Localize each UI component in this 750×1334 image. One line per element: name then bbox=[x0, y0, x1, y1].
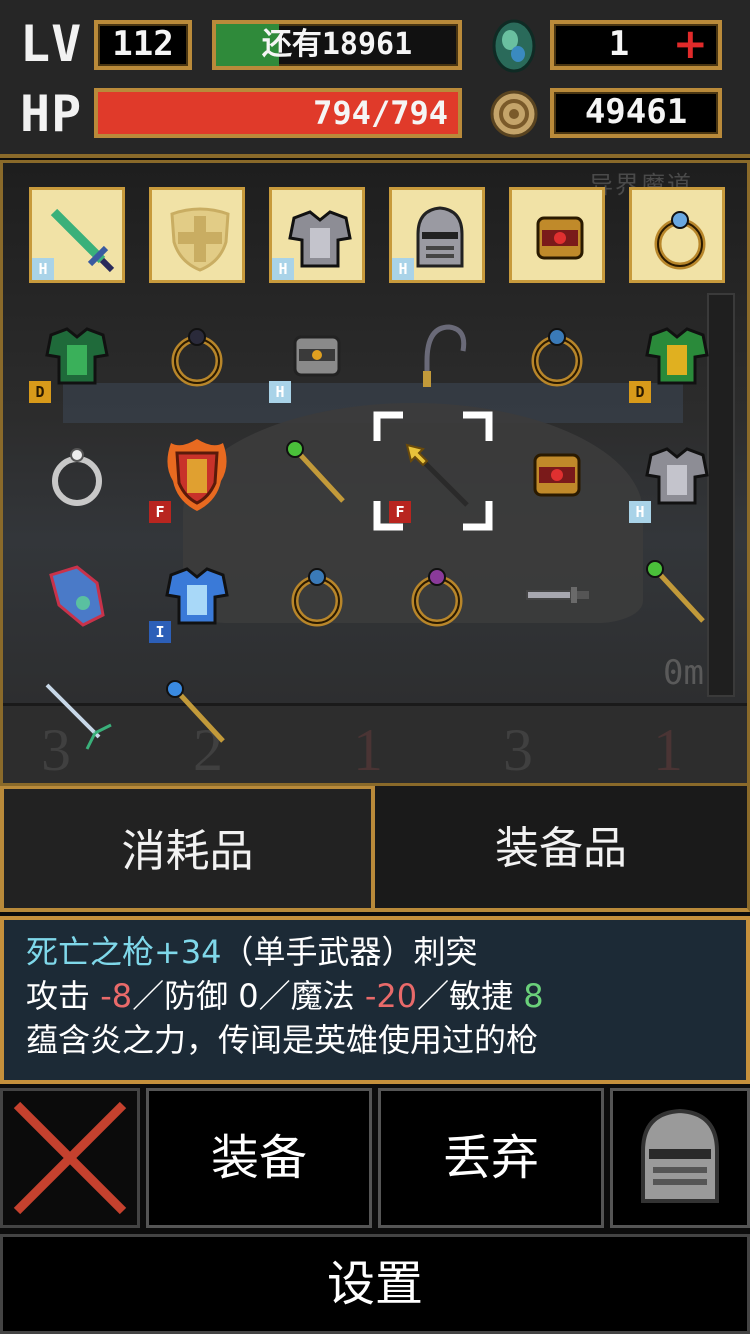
inventory-item[interactable] bbox=[389, 307, 485, 403]
inventory-item[interactable] bbox=[269, 547, 365, 643]
shelf-number: 1 bbox=[653, 717, 683, 783]
discard-button[interactable]: 丢弃 bbox=[378, 1088, 604, 1228]
hp-text: 794/794 bbox=[313, 94, 448, 132]
equipped-slot[interactable] bbox=[149, 187, 245, 283]
ruby-bracelet-icon bbox=[520, 198, 600, 278]
inventory-item[interactable]: H bbox=[269, 307, 365, 403]
equip-button[interactable]: 装备 bbox=[146, 1088, 372, 1228]
item-tier-badge: D bbox=[29, 381, 51, 403]
exp-bar: 还有18961 bbox=[212, 20, 462, 70]
magic-value: -20 bbox=[364, 977, 418, 1015]
item-tier-badge: H bbox=[392, 258, 414, 280]
dark-ring-icon bbox=[157, 315, 237, 395]
item-tier-badge: H bbox=[272, 258, 294, 280]
equipped-slot[interactable] bbox=[509, 187, 605, 283]
dagger-icon bbox=[517, 555, 597, 635]
item-type: （单手武器）刺突 bbox=[221, 933, 478, 971]
purple-gem-ring-icon bbox=[397, 555, 477, 635]
inventory-item[interactable]: F bbox=[149, 427, 245, 523]
blue-gem-ring-icon bbox=[517, 315, 597, 395]
attack-label: 攻击 bbox=[26, 977, 91, 1015]
inventory-item[interactable] bbox=[29, 427, 125, 523]
inventory-item[interactable] bbox=[29, 667, 125, 763]
inventory-item[interactable]: I bbox=[149, 547, 245, 643]
inventory-item[interactable] bbox=[629, 547, 725, 643]
gold-count: 49461 bbox=[550, 88, 722, 138]
equipped-slot[interactable]: H bbox=[269, 187, 365, 283]
agility-value: 8 bbox=[523, 977, 544, 1015]
item-flavor-text: 蕴含炎之力，传闻是英雄使用过的枪 bbox=[26, 1021, 539, 1059]
inventory-item[interactable]: F bbox=[373, 411, 493, 531]
depth-indicator: 0m bbox=[663, 653, 704, 693]
silver-ring-icon bbox=[37, 435, 117, 515]
inventory-panel: 3 2 1 3 1 异界魔道 0m HHHDHDFFHI bbox=[0, 160, 750, 786]
inventory-item[interactable] bbox=[509, 427, 605, 523]
inventory-item[interactable] bbox=[29, 547, 125, 643]
sapphire-ring-icon bbox=[640, 198, 720, 278]
inventory-item[interactable] bbox=[509, 307, 605, 403]
item-tier-badge: D bbox=[629, 381, 651, 403]
gold-staff-icon bbox=[157, 675, 237, 755]
inventory-item[interactable] bbox=[389, 547, 485, 643]
empty-shield-slot-icon bbox=[160, 198, 240, 278]
whip-icon bbox=[397, 315, 477, 395]
add-gem-button[interactable]: + bbox=[673, 22, 708, 66]
status-panel: LV 112 还有18961 1 + HP 794/794 49461 bbox=[0, 0, 750, 158]
item-tier-badge: F bbox=[149, 501, 171, 523]
attack-value: -8 bbox=[100, 977, 133, 1015]
hp-bar: 794/794 bbox=[94, 88, 462, 138]
gold-coin-icon bbox=[488, 88, 540, 140]
trident-icon bbox=[37, 675, 117, 755]
gauntlet-icon bbox=[37, 555, 117, 635]
item-description-panel: 死亡之枪+34（单手武器）刺突 攻击 -8／防御 0／魔法 -20／敏捷 8 蕴… bbox=[0, 916, 750, 1084]
gem-icon bbox=[490, 18, 538, 74]
blue-gem-ring-icon bbox=[277, 555, 357, 635]
equipped-slot[interactable]: H bbox=[29, 187, 125, 283]
hp-label: HP bbox=[20, 85, 83, 143]
close-icon bbox=[13, 1101, 127, 1215]
tab-equipment[interactable]: 装备品 bbox=[375, 786, 750, 912]
item-name: 死亡之枪+34 bbox=[26, 933, 222, 971]
equipped-slot[interactable] bbox=[629, 187, 725, 283]
helmet-icon bbox=[641, 1108, 719, 1203]
item-tier-badge: H bbox=[629, 501, 651, 523]
inventory-item[interactable]: D bbox=[629, 307, 725, 403]
inventory-item[interactable]: H bbox=[629, 427, 725, 523]
exp-remaining-text: 还有18961 bbox=[261, 27, 413, 62]
level-value: 112 bbox=[94, 20, 192, 70]
gem-count: 1 bbox=[608, 24, 630, 64]
settings-button[interactable]: 设置 bbox=[0, 1234, 750, 1334]
item-tier-badge: H bbox=[269, 381, 291, 403]
inventory-item[interactable]: D bbox=[29, 307, 125, 403]
inventory-item[interactable] bbox=[269, 427, 365, 523]
item-title-line: 死亡之枪+34（单手武器）刺突 bbox=[26, 930, 724, 974]
green-staff-icon bbox=[277, 435, 357, 515]
item-tier-badge: I bbox=[149, 621, 171, 643]
close-button[interactable] bbox=[0, 1088, 140, 1228]
equipped-slot[interactable]: H bbox=[389, 187, 485, 283]
item-stats-line: 攻击 -8／防御 0／魔法 -20／敏捷 8 bbox=[26, 974, 724, 1018]
inventory-item[interactable] bbox=[509, 547, 605, 643]
gem-counter: 1 + bbox=[550, 20, 722, 70]
shelf-number: 3 bbox=[503, 717, 533, 783]
tab-consumables[interactable]: 消耗品 bbox=[0, 786, 375, 912]
selection-cursor bbox=[373, 411, 493, 531]
character-button[interactable] bbox=[610, 1088, 750, 1228]
stats-separator: ／防御 0／魔法 bbox=[132, 977, 365, 1015]
ruby-bracelet-icon bbox=[517, 435, 597, 515]
inventory-item[interactable] bbox=[149, 667, 245, 763]
item-tier-badge: H bbox=[32, 258, 54, 280]
inventory-item[interactable] bbox=[149, 307, 245, 403]
stats-separator: ／敏捷 bbox=[417, 977, 524, 1015]
green-staff-icon bbox=[637, 555, 717, 635]
shelf-number: 1 bbox=[353, 717, 383, 783]
level-label: LV bbox=[20, 15, 83, 73]
